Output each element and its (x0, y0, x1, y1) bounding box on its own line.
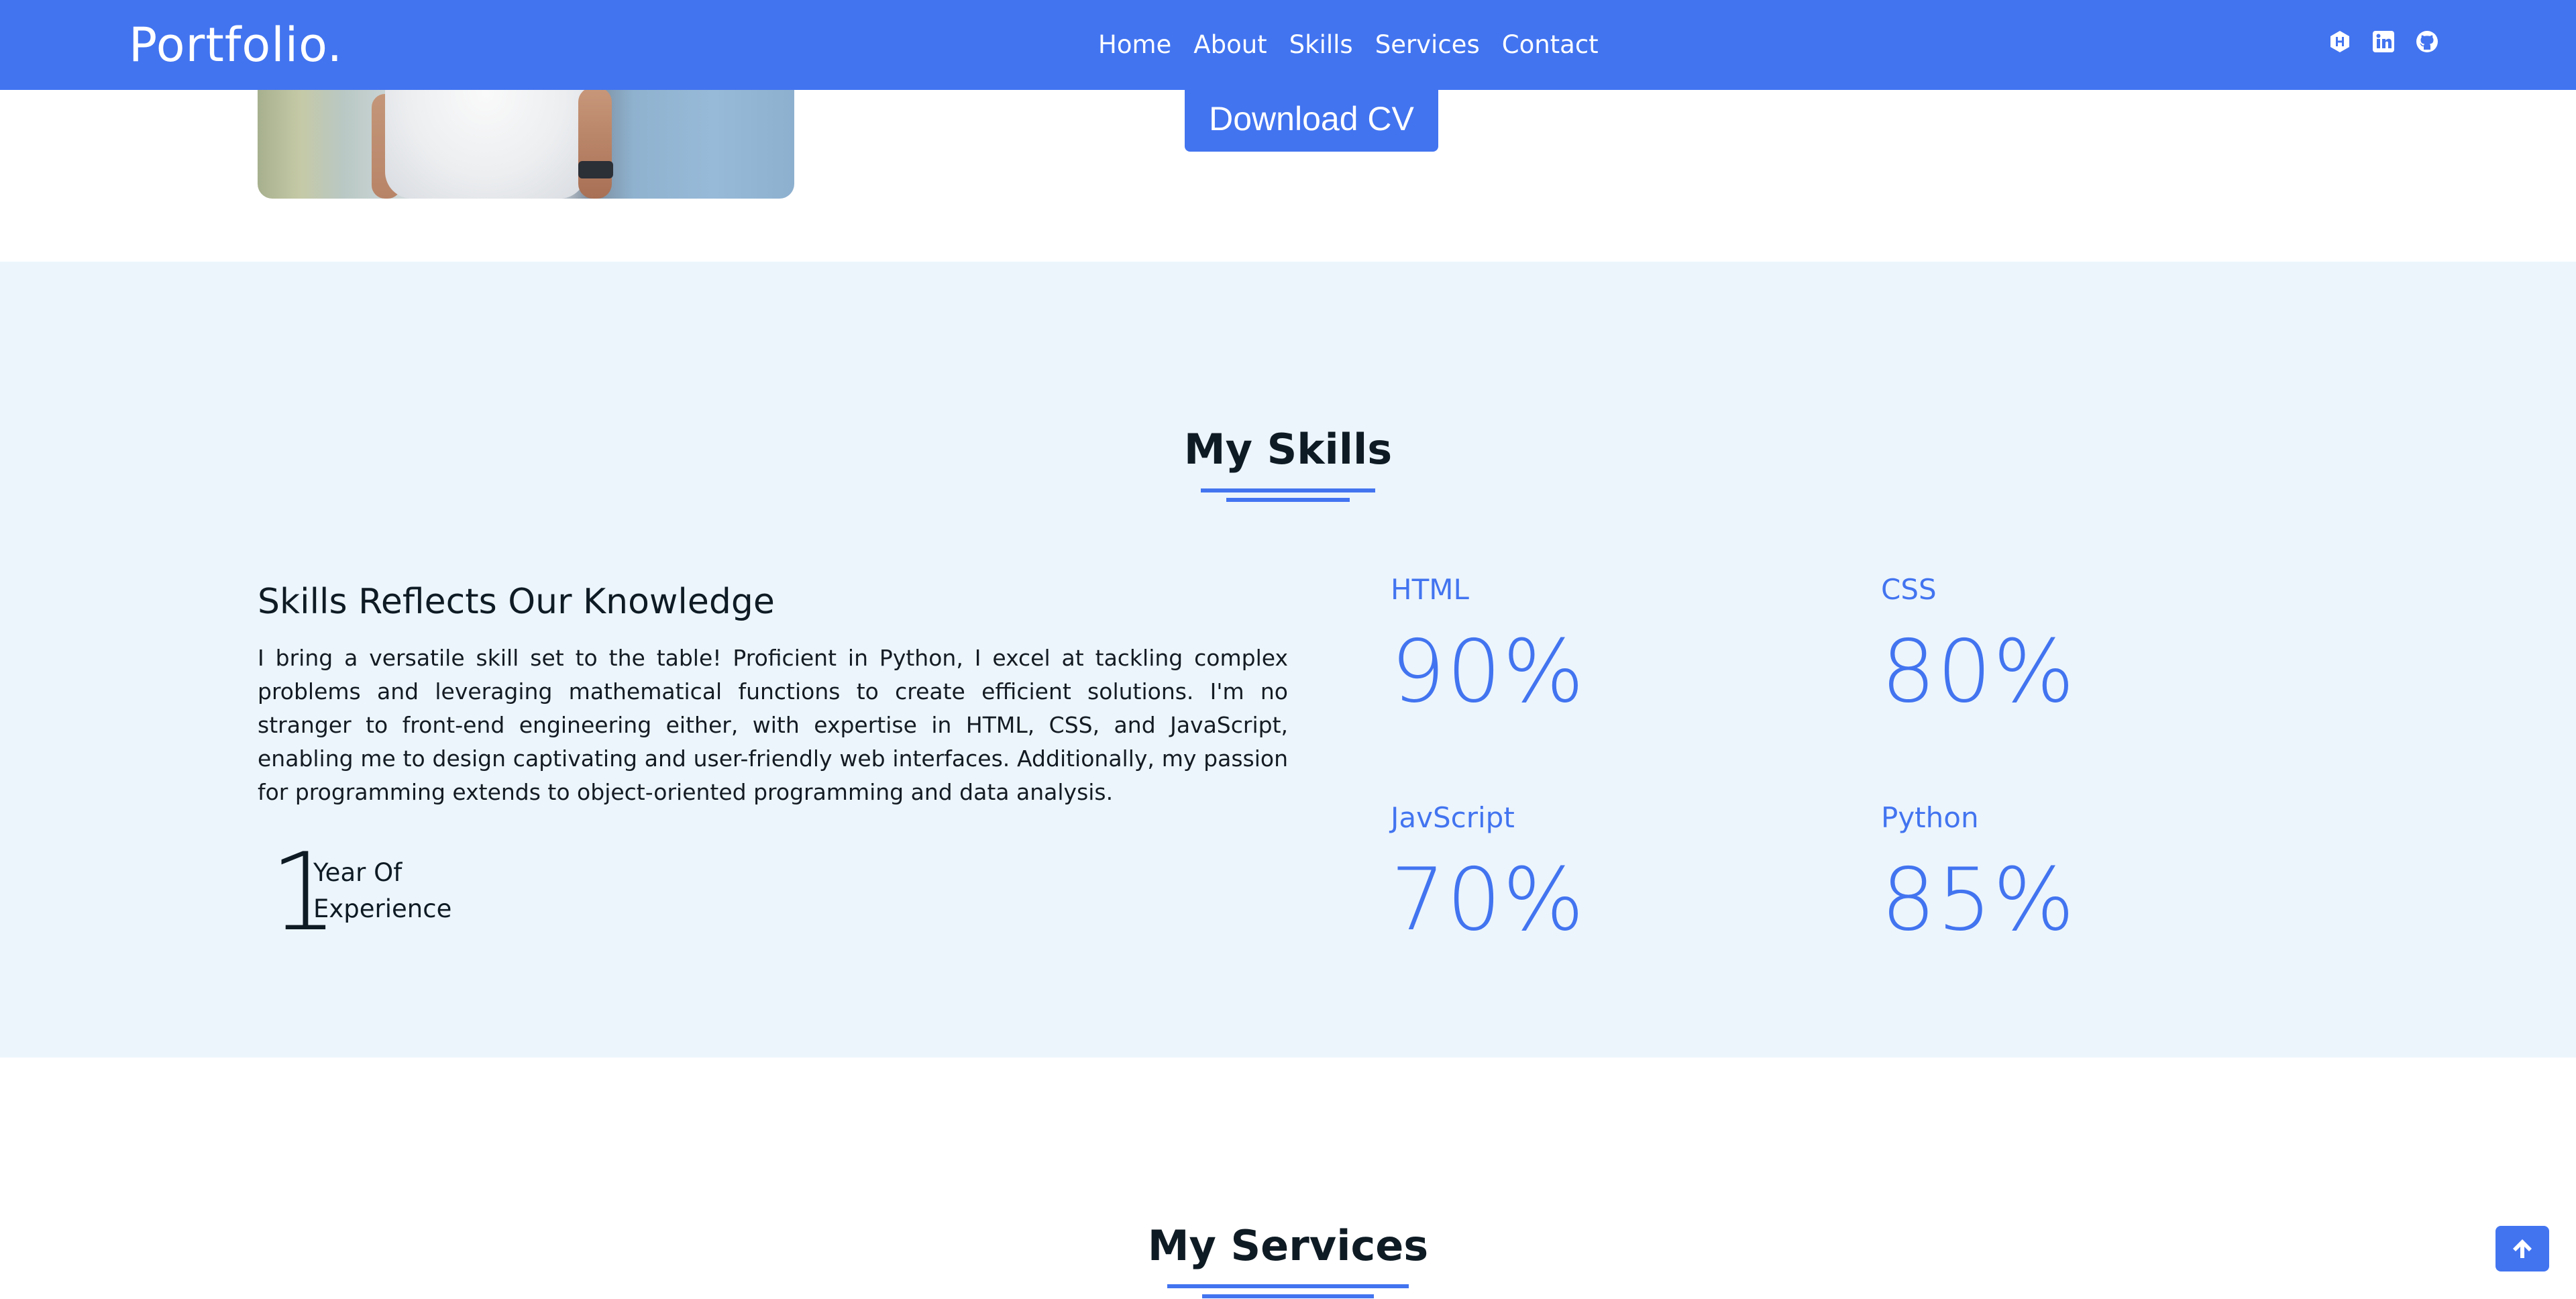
services-title-underline-short (1202, 1294, 1374, 1298)
brand-logo[interactable]: Portfolio. (129, 15, 343, 75)
skill-percent: 80% (1881, 622, 2076, 722)
services-title-underline (1167, 1284, 1409, 1288)
skill-percent: 85% (1881, 850, 2076, 950)
skill-name: JavScript (1391, 801, 1515, 834)
skill-card-python: Python 85% (1881, 800, 2216, 946)
skills-section: My Skills Skills Reflects Our Knowledge … (0, 262, 2576, 1057)
skill-name: CSS (1881, 573, 1937, 606)
skill-card-html: HTML 90% (1391, 572, 1726, 718)
experience-label: Year Of Experience (313, 858, 452, 923)
download-cv-button[interactable]: Download CV (1185, 86, 1438, 152)
navbar: Portfolio. Home About Skills Services Co… (0, 0, 2576, 90)
photo-arm-right (578, 87, 612, 199)
back-to-top-button[interactable] (2496, 1226, 2549, 1271)
nav-link-services[interactable]: Services (1375, 30, 1480, 60)
nav-link-home[interactable]: Home (1098, 30, 1171, 60)
nav-links: Home About Skills Services Contact (1098, 30, 1599, 60)
skill-percent: 70% (1391, 850, 1586, 950)
photo-watch (578, 161, 613, 178)
skill-name: HTML (1391, 573, 1469, 606)
skills-title-underline (1201, 488, 1375, 492)
nav-link-about[interactable]: About (1193, 30, 1267, 60)
linkedin-icon[interactable] (2371, 30, 2396, 54)
hashnode-icon[interactable] (2328, 30, 2352, 54)
skills-title-underline-short (1226, 498, 1350, 502)
nav-link-contact[interactable]: Contact (1502, 30, 1599, 60)
skills-title: My Skills (1183, 425, 1393, 474)
skill-percent: 90% (1391, 622, 1586, 722)
skill-card-javascript: JavScript 70% (1391, 800, 1726, 946)
skills-heading: Skills Reflects Our Knowledge (258, 582, 775, 622)
skill-name: Python (1881, 801, 1979, 834)
skill-card-css: CSS 80% (1881, 572, 2216, 718)
skills-description: I bring a versatile skill set to the tab… (258, 645, 1288, 805)
arrow-up-icon (2513, 1239, 2532, 1258)
nav-link-skills[interactable]: Skills (1289, 30, 1353, 60)
social-links (2328, 30, 2439, 54)
services-title: My Services (1147, 1221, 1429, 1270)
github-icon[interactable] (2415, 30, 2439, 54)
